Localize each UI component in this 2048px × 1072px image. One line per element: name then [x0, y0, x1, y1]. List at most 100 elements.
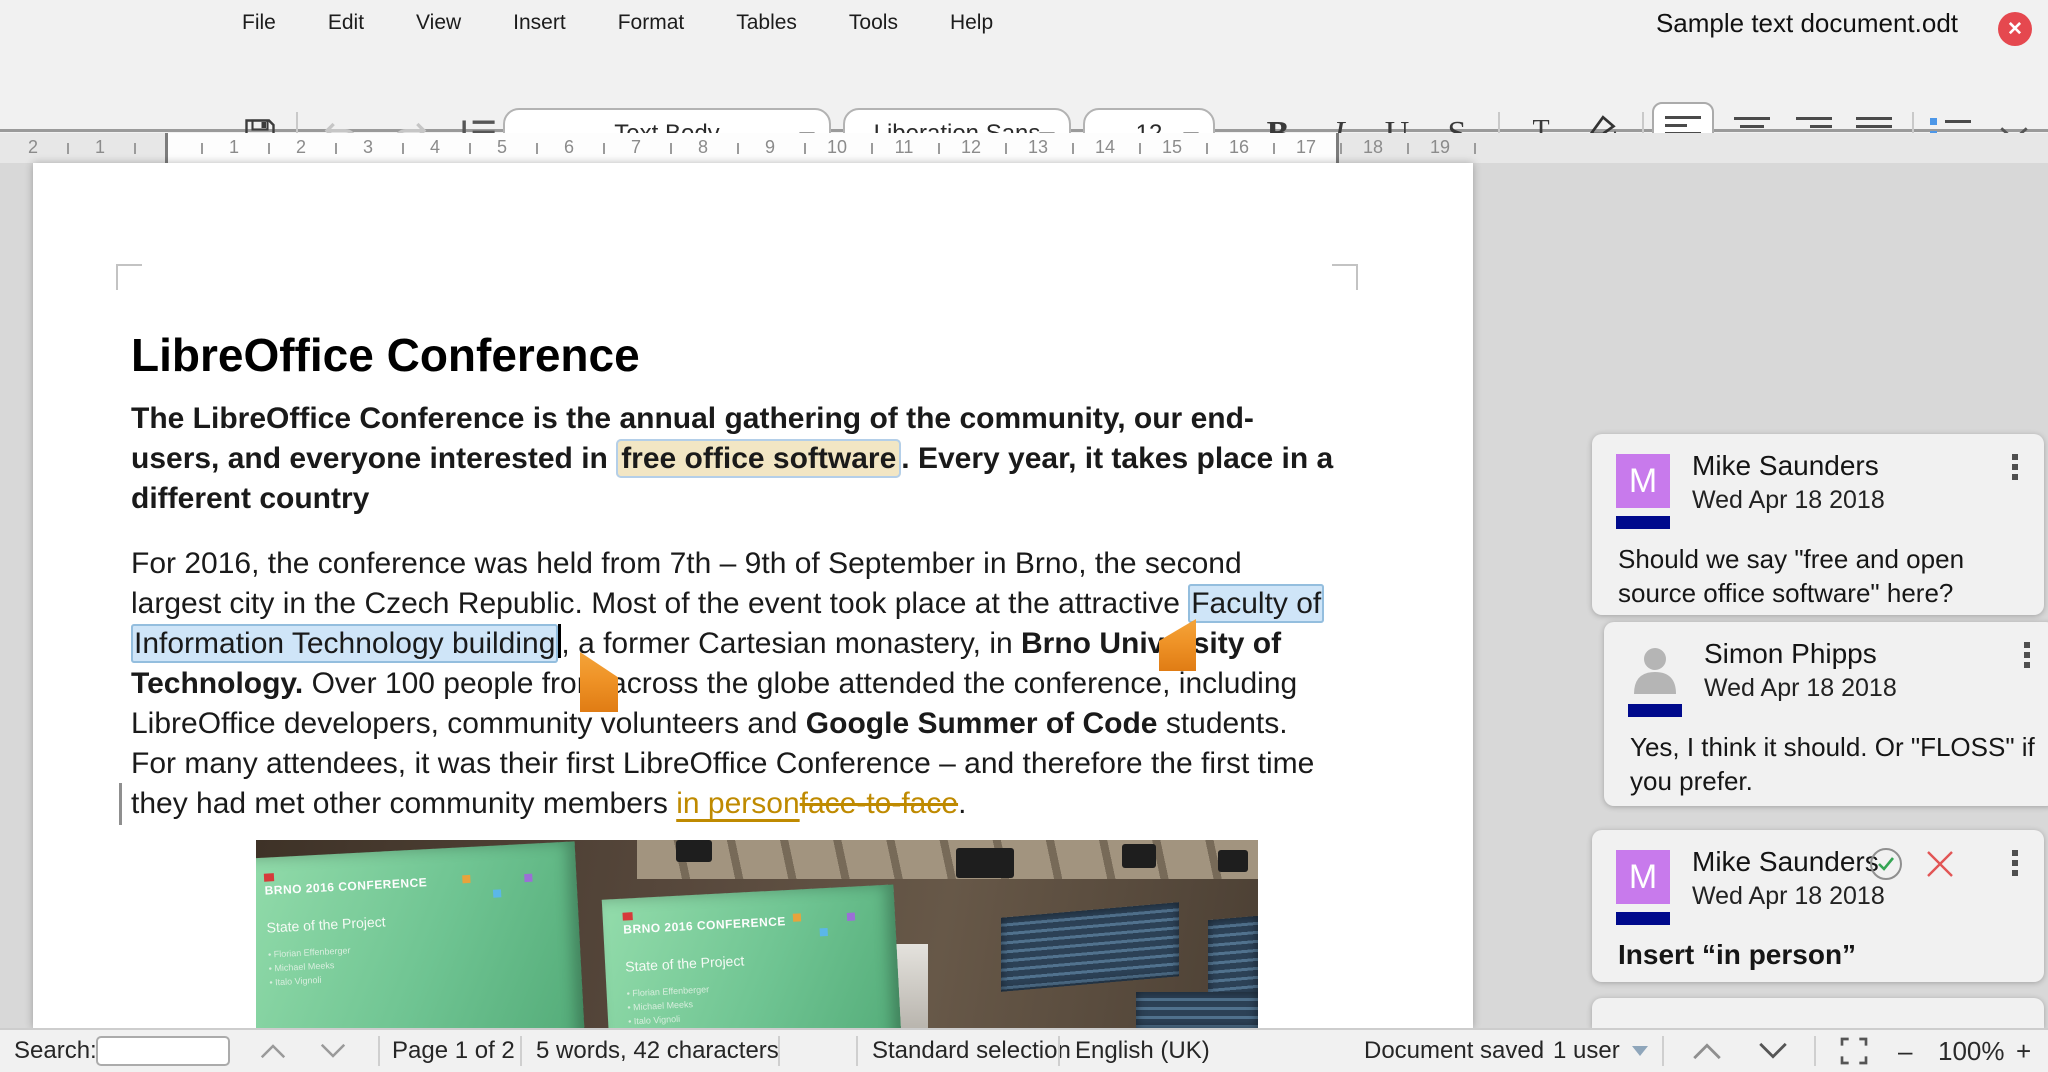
chevron-down-icon: [1759, 1042, 1787, 1059]
text-run: The LibreOffice Conference is the annual…: [131, 402, 1254, 435]
app-window: File Edit View Insert Format Tables Tools Help …: [0, 0, 2048, 1072]
next-page-button[interactable]: [1756, 1030, 1790, 1072]
menu-format[interactable]: Format: [618, 11, 685, 35]
text-run: . Every year, it takes place in a: [901, 442, 1334, 475]
avatar: M: [1616, 454, 1670, 508]
language-status[interactable]: English (UK): [1075, 1030, 1210, 1072]
chevron-up-icon: [260, 1044, 286, 1059]
ruler-number: 8: [697, 137, 709, 157]
photo-speaker: [676, 840, 712, 862]
author-color-bar: [1616, 912, 1670, 925]
avatar: M: [1616, 850, 1670, 904]
ruler-number: 1: [228, 137, 240, 157]
conference-photo[interactable]: BRNO 2016 CONFERENCE State of the Projec…: [256, 840, 1258, 1028]
page-number-status[interactable]: Page 1 of 2: [392, 1030, 515, 1072]
user-count-status[interactable]: 1 user: [1553, 1030, 1648, 1072]
reject-change-button[interactable]: [1922, 846, 1958, 882]
ruler-tick: [1138, 143, 1141, 154]
ruler-tick: [1004, 143, 1007, 154]
photo-window: [1208, 915, 1258, 1001]
comment-date: Wed Apr 18 2018: [1704, 674, 1897, 702]
body-paragraph[interactable]: For 2016, the conference was held from 7…: [131, 544, 1325, 824]
photo-window: [1001, 902, 1179, 992]
slide-logo-text: BRNO 2016 CONFERENCE: [264, 875, 428, 898]
photo-speaker: [1218, 850, 1248, 872]
comment-card[interactable]: M Mike Saunders Wed Apr 18 2018 Should we s…: [1592, 434, 2044, 615]
ruler-number: 12: [960, 137, 982, 157]
menu-file[interactable]: File: [242, 11, 276, 35]
prev-page-button[interactable]: [1690, 1030, 1724, 1072]
comment-menu-button[interactable]: [2012, 850, 2018, 876]
ruler-number: 2: [27, 137, 39, 157]
document-text-line[interactable]: The LibreOffice Conference is the annual…: [131, 399, 1333, 439]
fit-page-icon: [1840, 1037, 1868, 1065]
ruler-number: 18: [1362, 137, 1384, 157]
comment-text: Should we say "free and open source offi…: [1618, 544, 1965, 608]
text-run: they had met other community members: [131, 787, 677, 820]
brno-logo-icon: [622, 912, 633, 921]
comment-menu-button[interactable]: [2012, 454, 2018, 480]
photo-speaker: [1122, 844, 1156, 868]
document-text-line[interactable]: Information Technology building, a forme…: [131, 624, 1324, 664]
person-icon: [1634, 648, 1676, 694]
menu-tools[interactable]: Tools: [849, 11, 898, 35]
comment-date: Wed Apr 18 2018: [1692, 882, 1885, 910]
ruler-tick: [870, 143, 873, 154]
top-bar: File Edit View Insert Format Tables Tools Help …: [0, 0, 2048, 46]
ruler-tick: [803, 143, 806, 154]
ruler-tick: [1071, 143, 1074, 154]
search-prev-button[interactable]: [258, 1030, 288, 1072]
ruler-tick: [468, 143, 471, 154]
slide-bullets: • Florian Effenberger • Michael Meeks • …: [267, 945, 351, 988]
photo-window: [1136, 992, 1258, 1028]
ruler-number: 9: [764, 137, 776, 157]
comment-menu-button[interactable]: [2024, 642, 2030, 668]
comment-card[interactable]: M Mike Saunders Wed Apr 18 2018 Insert “in …: [1592, 830, 2044, 982]
comment-card-partial[interactable]: [1592, 998, 2044, 1028]
document-text-line[interactable]: they had met other community members in …: [131, 784, 1324, 824]
ruler-number: 5: [496, 137, 508, 157]
ruler-left-margin-marker[interactable]: [165, 133, 168, 163]
document-text-line[interactable]: users, and everyone interested in free o…: [131, 439, 1333, 479]
menu-insert[interactable]: Insert: [513, 11, 566, 35]
text-run: largest city in the Czech Republic. Most…: [131, 587, 1189, 620]
ruler[interactable]: 2 1 1 2 3 4 5 6 7 8 9 10 11 12 13 14 15 16 17 18 19: [0, 133, 2048, 163]
zoom-in-button[interactable]: +: [2016, 1030, 2031, 1072]
document-text-line[interactable]: For many attendees, it was their first L…: [131, 744, 1324, 784]
document-text-line[interactable]: LibreOffice developers, community volunt…: [131, 704, 1324, 744]
chevron-down-icon: [1631, 1046, 1648, 1056]
zoom-level[interactable]: 100%: [1938, 1030, 2005, 1072]
ruler-number: 10: [826, 137, 848, 157]
menu-help[interactable]: Help: [950, 11, 993, 35]
document-text-line[interactable]: different country: [131, 479, 1333, 519]
document-text-line[interactable]: largest city in the Czech Republic. Most…: [131, 584, 1325, 624]
ruler-number: 17: [1295, 137, 1317, 157]
comment-text: Yes, I think it should. Or "FLOSS" if yo…: [1630, 732, 2035, 796]
search-next-button[interactable]: [318, 1030, 348, 1072]
chevron-down-icon: [320, 1043, 346, 1058]
accept-change-button[interactable]: [1868, 846, 1904, 882]
photo-slide-screen: BRNO 2016 CONFERENCE State of the Projec…: [256, 841, 586, 1028]
menu-edit[interactable]: Edit: [328, 11, 364, 35]
document-text-line[interactable]: For 2016, the conference was held from 7…: [131, 544, 1324, 584]
ruler-number: 14: [1094, 137, 1116, 157]
ruler-number: 13: [1027, 137, 1049, 157]
menu-view[interactable]: View: [416, 11, 461, 35]
brno-logo-icon: [263, 873, 275, 882]
close-button[interactable]: ✕: [1998, 12, 2032, 46]
menu-bar: File Edit View Insert Format Tables Tools Help: [242, 0, 993, 46]
zoom-fit-button[interactable]: [1838, 1030, 1870, 1072]
photo-ceiling: [636, 840, 1258, 880]
search-input[interactable]: [96, 1036, 230, 1066]
document-heading[interactable]: LibreOffice Conference: [131, 328, 640, 382]
menu-tables[interactable]: Tables: [736, 11, 797, 35]
ruler-number: 6: [563, 137, 575, 157]
zoom-out-button[interactable]: –: [1898, 1030, 1912, 1072]
word-count-status[interactable]: 5 words, 42 characters: [536, 1030, 779, 1072]
document-text-line[interactable]: Technology. Over 100 people from across …: [131, 664, 1324, 704]
ruler-number: 1: [94, 137, 106, 157]
intro-paragraph[interactable]: The LibreOffice Conference is the annual…: [131, 399, 1333, 519]
slide-title: State of the Project: [624, 952, 745, 975]
selection-mode-status[interactable]: Standard selection: [872, 1030, 1071, 1072]
comment-card[interactable]: Simon Phipps Wed Apr 18 2018 Yes, I think …: [1604, 622, 2048, 806]
